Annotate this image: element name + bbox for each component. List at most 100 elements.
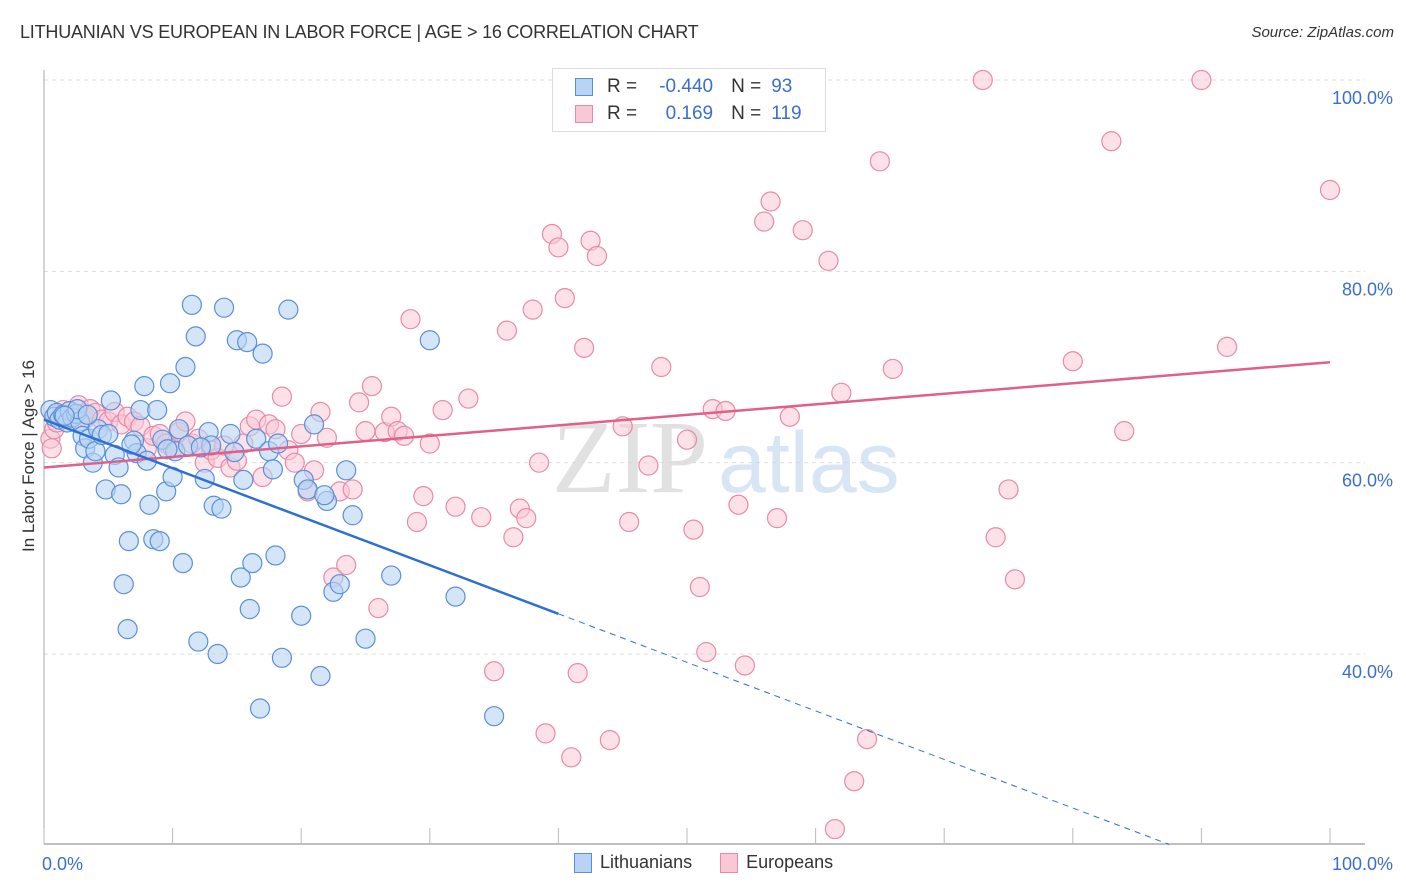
europeans-point [792,220,813,241]
europeans-point [1101,131,1122,152]
lithuanians-point [213,297,235,318]
europeans-point [869,151,891,172]
europeans-point [638,455,659,476]
lithuanians-point [139,494,160,515]
y-tick-label: 60.0% [1342,471,1393,491]
europeans-point [496,320,518,341]
lithuanians-point [484,706,505,727]
europeans-point [529,452,550,473]
europeans-point [554,288,575,309]
lithuanians-point [271,647,293,668]
series-legend: Lithuanians Europeans [574,852,861,873]
europeans-point [522,299,543,320]
lithuanians-point [220,423,241,445]
legend-label-europeans: Europeans [746,852,834,872]
lithuanians-point [265,545,286,566]
europeans-point [998,479,1019,500]
lithuanians-swatch [574,852,592,873]
lithuanians-point [111,484,132,505]
europeans-point [561,747,582,768]
europeans-point [1191,69,1212,91]
lithuanians-point [159,373,181,394]
lithuanians-point [355,628,376,649]
legend-item-europeans[interactable]: Europeans [720,852,833,873]
europeans-point [355,420,376,442]
lithuanians-point [239,598,260,620]
legend-n-value: 119 [771,103,802,124]
lithuanians-point [113,574,134,595]
legend-item-lithuanians[interactable]: Lithuanians [574,852,692,873]
europeans-point [651,356,672,378]
europeans-point [734,655,755,676]
y-tick-label: 40.0% [1342,662,1393,682]
europeans-point [41,438,62,459]
legend-r-label: R = [607,76,638,97]
lithuanians-point [381,565,402,586]
europeans-point [683,519,704,540]
lithuanians-point [54,405,75,426]
lithuanians-point [118,531,139,552]
europeans-point [432,399,453,421]
watermark-zip: ZIP [552,400,708,515]
europeans-point [599,729,620,751]
lithuanians-point [297,479,318,500]
lithuanians-trend-extension [558,613,1170,845]
legend-r-value: -0.440 [659,76,714,97]
lithuanians-point [211,498,232,519]
europeans-point [1004,569,1026,590]
lithuanians-point [117,619,138,640]
lithuanians-point [147,399,168,421]
lithuanians-point [100,390,121,411]
lithuanians-point [342,505,363,526]
lithuanians-point [329,574,350,595]
lithuanians-points [40,294,505,727]
lithuanians-point [207,643,228,665]
legend-n-label: N = [731,76,762,97]
y-tick-label: 100.0% [1332,88,1393,108]
lithuanians-point [310,665,331,687]
lithuanians-point [188,631,209,652]
europeans-point [844,771,865,792]
europeans-point [406,511,428,533]
europeans-point [458,388,479,409]
europeans-point [361,376,383,397]
europeans-point [818,250,839,271]
legend-r-label: R = [607,103,638,124]
lithuanians-point [149,531,170,552]
europeans-point [619,511,640,533]
watermark-atlas: atlas [718,415,900,511]
europeans-point [336,554,357,576]
x-tick-label: 100.0% [1332,854,1393,874]
y-axis-label: In Labor Force | Age > 16 [19,360,38,552]
lithuanians-point [185,326,206,347]
legend-row-lithuanians: R = -0.440 N = 93 [575,75,792,99]
europeans-point [484,661,505,682]
lithuanians-point [172,553,193,574]
lithuanians-point [267,433,289,454]
lithuanians-point [278,299,299,320]
lithuanians-point [134,376,155,397]
europeans-point [471,507,492,528]
legend-row-europeans: R = 0.169 N = 119 [575,102,802,126]
lithuanians-point [175,356,196,378]
europeans-point [393,425,415,446]
europeans-point [754,211,775,232]
europeans-point [1217,336,1238,358]
europeans-point [400,309,421,330]
europeans-point [586,245,608,267]
lithuanians-point [242,553,263,574]
lithuanians-point [233,469,254,490]
europeans-point [368,597,389,619]
europeans-point [516,508,537,529]
europeans-swatch [575,105,593,123]
legend-n-value: 93 [771,76,793,97]
x-tick-label: 0.0% [42,854,83,874]
europeans-point [779,406,800,427]
europeans-point [972,69,993,91]
europeans-point [824,818,845,840]
lithuanians-point [336,460,357,481]
europeans-point [1114,420,1135,442]
europeans-point [985,527,1006,548]
lithuanians-point [291,605,312,626]
lithuanians-point [419,330,440,351]
